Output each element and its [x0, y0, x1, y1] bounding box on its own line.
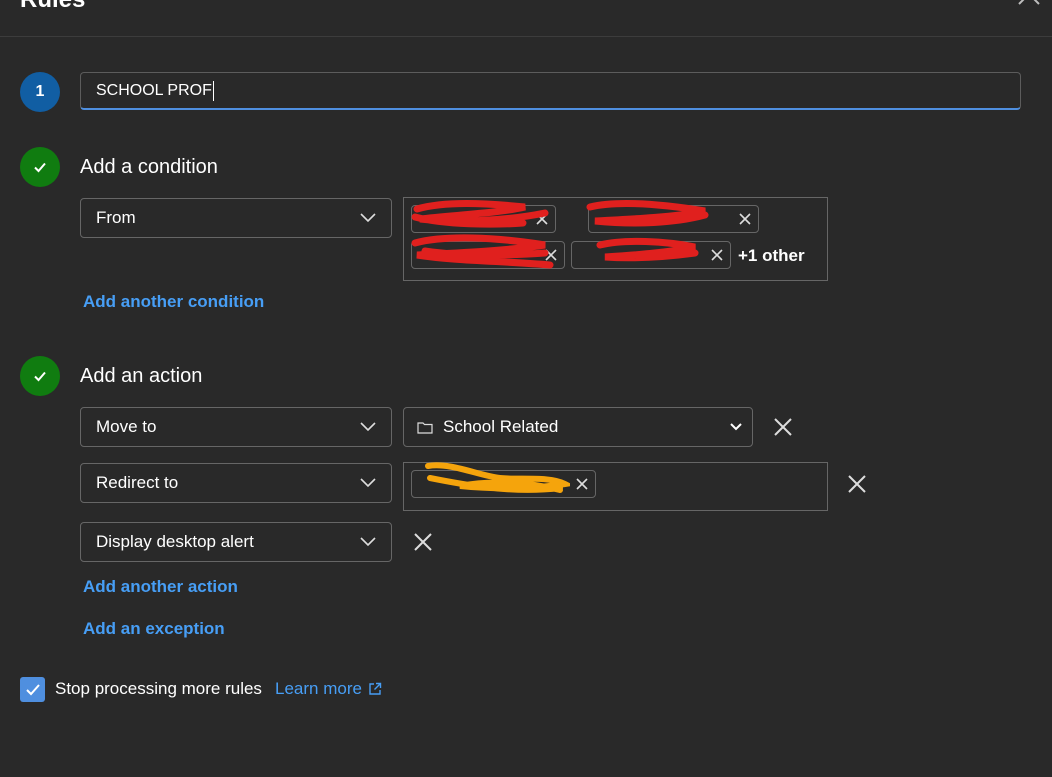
stop-processing-checkbox[interactable] — [20, 677, 45, 702]
condition-field-value: From — [96, 208, 136, 227]
folder-name: School Related — [443, 417, 559, 436]
more-recipients-label[interactable]: +1 other — [738, 246, 805, 266]
checkmark-icon — [34, 162, 46, 173]
add-action-link[interactable]: Add another action — [83, 577, 238, 597]
remove-action-icon[interactable] — [846, 473, 868, 495]
chevron-down-icon — [360, 422, 376, 432]
action-type-value: Display desktop alert — [96, 532, 254, 551]
action-complete-badge — [20, 356, 60, 396]
header-divider — [0, 36, 1052, 37]
external-link-icon — [369, 682, 382, 695]
remove-icon[interactable] — [738, 212, 752, 226]
action-type-dropdown[interactable]: Redirect to — [80, 463, 392, 503]
step-1-badge: 1 — [20, 72, 60, 112]
remove-icon[interactable] — [710, 248, 724, 262]
checkmark-icon — [25, 683, 40, 695]
action-type-dropdown[interactable]: Display desktop alert — [80, 522, 392, 562]
condition-recipients-box[interactable]: +1 other — [403, 197, 828, 281]
redirect-recipients-box[interactable] — [403, 462, 828, 511]
condition-complete-badge — [20, 147, 60, 187]
panel-title: Rules — [20, 0, 85, 14]
remove-action-icon[interactable] — [412, 531, 434, 553]
checkmark-icon — [34, 371, 46, 382]
action-type-value: Move to — [96, 417, 157, 436]
action-type-value: Redirect to — [96, 473, 179, 492]
remove-icon[interactable] — [544, 248, 558, 262]
close-icon[interactable] — [1014, 0, 1044, 12]
condition-title: Add a condition — [80, 156, 218, 178]
remove-icon[interactable] — [575, 477, 589, 491]
rule-name-input[interactable]: SCHOOL PROF — [80, 72, 1021, 110]
recipient-chip[interactable] — [411, 205, 556, 233]
recipient-chip[interactable] — [411, 241, 565, 269]
chevron-down-icon — [730, 423, 742, 431]
recipient-chip[interactable] — [588, 205, 759, 233]
text-caret — [212, 80, 214, 101]
chevron-down-icon — [360, 537, 376, 547]
remove-action-icon[interactable] — [772, 416, 794, 438]
folder-icon — [417, 421, 433, 434]
chevron-down-icon — [360, 213, 376, 223]
add-condition-link[interactable]: Add another condition — [83, 292, 264, 312]
recipient-chip[interactable] — [571, 241, 731, 269]
learn-more-link[interactable]: Learn more — [275, 679, 382, 699]
action-type-dropdown[interactable]: Move to — [80, 407, 392, 447]
folder-dropdown[interactable]: School Related — [403, 407, 753, 447]
step-number: 1 — [35, 83, 45, 100]
add-exception-link[interactable]: Add an exception — [83, 619, 225, 639]
action-title: Add an action — [80, 365, 203, 387]
condition-field-dropdown[interactable]: From — [80, 198, 392, 238]
recipient-chip[interactable] — [411, 470, 596, 498]
learn-more-label: Learn more — [275, 679, 362, 698]
rule-name-value: SCHOOL PROF — [96, 81, 212, 99]
chevron-down-icon — [360, 478, 376, 488]
remove-icon[interactable] — [535, 212, 549, 226]
stop-processing-label[interactable]: Stop processing more rules — [55, 679, 262, 699]
